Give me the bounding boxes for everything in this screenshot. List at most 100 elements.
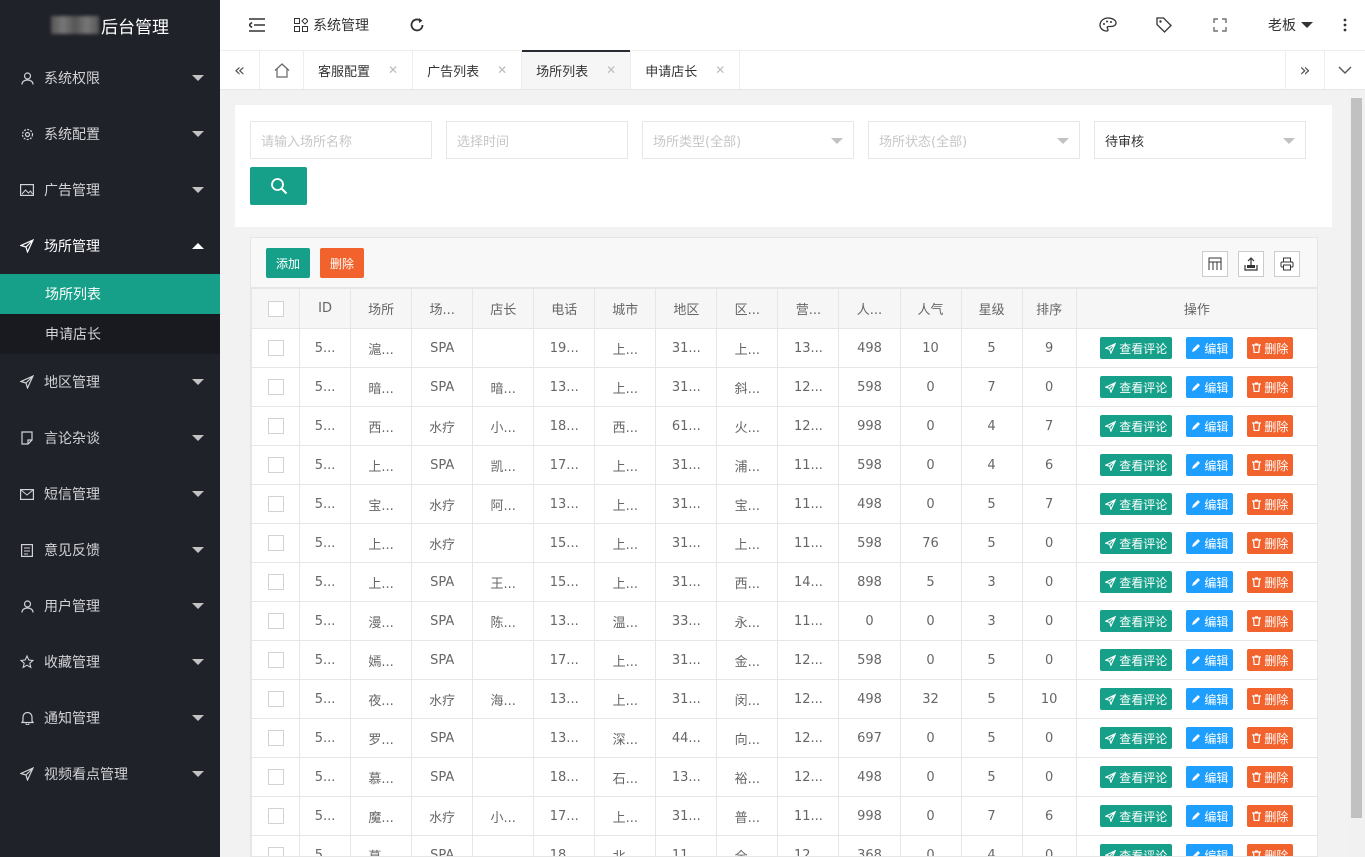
- view-comments-button[interactable]: 查看评论: [1100, 610, 1173, 632]
- view-comments-button[interactable]: 查看评论: [1100, 532, 1173, 554]
- edit-button[interactable]: 编辑: [1186, 376, 1234, 398]
- view-comments-button[interactable]: 查看评论: [1100, 493, 1173, 515]
- row-checkbox[interactable]: [267, 652, 284, 668]
- edit-button[interactable]: 编辑: [1186, 688, 1234, 710]
- edit-button[interactable]: 编辑: [1186, 493, 1234, 515]
- row-checkbox[interactable]: [267, 535, 284, 551]
- delete-row-button[interactable]: 删除: [1247, 532, 1294, 554]
- module-switch[interactable]: 系统管理: [294, 0, 387, 50]
- delete-row-button[interactable]: 删除: [1247, 376, 1294, 398]
- refresh-icon[interactable]: [387, 0, 447, 50]
- delete-row-button[interactable]: 删除: [1247, 805, 1294, 827]
- close-icon[interactable]: ✕: [388, 63, 398, 77]
- row-checkbox[interactable]: [267, 613, 284, 629]
- row-checkbox[interactable]: [267, 808, 284, 824]
- row-checkbox[interactable]: [267, 379, 284, 395]
- scrollbar-thumb[interactable]: [1351, 98, 1362, 818]
- edit-button[interactable]: 编辑: [1186, 727, 1234, 749]
- tabs-dropdown-icon[interactable]: [1325, 51, 1365, 89]
- row-checkbox[interactable]: [267, 847, 284, 856]
- close-icon[interactable]: ✕: [606, 63, 616, 77]
- delete-button[interactable]: 删除: [320, 248, 365, 278]
- sidebar-item-3[interactable]: 广告管理: [0, 162, 220, 218]
- palette-icon[interactable]: [1080, 0, 1136, 50]
- delete-row-button[interactable]: 删除: [1247, 688, 1294, 710]
- view-comments-button[interactable]: 查看评论: [1100, 844, 1173, 856]
- view-comments-button[interactable]: 查看评论: [1100, 571, 1173, 593]
- sidebar-item-7[interactable]: 短信管理: [0, 466, 220, 522]
- fullscreen-icon[interactable]: [1192, 0, 1248, 50]
- review-status-select[interactable]: 待审核: [1094, 121, 1306, 159]
- sidebar-item-12[interactable]: 视频看点管理: [0, 746, 220, 802]
- export-icon[interactable]: [1238, 251, 1264, 277]
- delete-row-button[interactable]: 删除: [1247, 454, 1294, 476]
- tab-3[interactable]: 场所列表 ✕: [522, 50, 632, 89]
- delete-row-button[interactable]: 删除: [1247, 493, 1294, 515]
- place-status-select[interactable]: 场所状态(全部): [868, 121, 1080, 159]
- close-icon[interactable]: ✕: [715, 63, 725, 77]
- edit-button[interactable]: 编辑: [1186, 649, 1234, 671]
- select-all-checkbox[interactable]: [267, 300, 284, 317]
- close-icon[interactable]: ✕: [497, 63, 507, 77]
- sidebar-item-8[interactable]: 意见反馈: [0, 522, 220, 578]
- edit-button[interactable]: 编辑: [1186, 766, 1234, 788]
- delete-row-button[interactable]: 删除: [1247, 766, 1294, 788]
- delete-row-button[interactable]: 删除: [1247, 415, 1294, 437]
- home-tab-icon[interactable]: [260, 51, 304, 89]
- place-type-select[interactable]: 场所类型(全部): [642, 121, 854, 159]
- tabs-scroll-left-icon[interactable]: «: [220, 51, 260, 89]
- view-comments-button[interactable]: 查看评论: [1100, 376, 1173, 398]
- sidebar-item-4[interactable]: 场所管理: [0, 218, 220, 274]
- view-comments-button[interactable]: 查看评论: [1100, 415, 1173, 437]
- delete-row-button[interactable]: 删除: [1247, 727, 1294, 749]
- delete-row-button[interactable]: 删除: [1247, 844, 1294, 856]
- add-button[interactable]: 添加: [266, 248, 311, 278]
- sidebar-item-5[interactable]: 地区管理: [0, 354, 220, 410]
- tab-1[interactable]: 客服配置 ✕: [304, 51, 414, 89]
- view-comments-button[interactable]: 查看评论: [1100, 454, 1173, 476]
- edit-button[interactable]: 编辑: [1186, 610, 1234, 632]
- sidebar-item-11[interactable]: 通知管理: [0, 690, 220, 746]
- edit-button[interactable]: 编辑: [1186, 454, 1234, 476]
- sidebar-item-1[interactable]: 系统权限: [0, 50, 220, 106]
- edit-button[interactable]: 编辑: [1186, 844, 1234, 856]
- row-checkbox[interactable]: [267, 691, 284, 707]
- columns-filter-icon[interactable]: [1202, 251, 1228, 277]
- edit-button[interactable]: 编辑: [1186, 337, 1234, 359]
- row-checkbox[interactable]: [267, 496, 284, 512]
- search-button[interactable]: [250, 167, 307, 205]
- sidebar-item-10[interactable]: 收藏管理: [0, 634, 220, 690]
- sidebar-item-9[interactable]: 用户管理: [0, 578, 220, 634]
- delete-row-button[interactable]: 删除: [1247, 610, 1294, 632]
- place-name-input[interactable]: 请输入场所名称: [250, 121, 432, 159]
- view-comments-button[interactable]: 查看评论: [1100, 805, 1173, 827]
- row-checkbox[interactable]: [267, 769, 284, 785]
- delete-row-button[interactable]: 删除: [1247, 649, 1294, 671]
- row-checkbox[interactable]: [267, 574, 284, 590]
- edit-button[interactable]: 编辑: [1186, 571, 1234, 593]
- user-menu[interactable]: 老板: [1248, 0, 1325, 50]
- edit-button[interactable]: 编辑: [1186, 805, 1234, 827]
- view-comments-button[interactable]: 查看评论: [1100, 337, 1173, 359]
- row-checkbox[interactable]: [267, 457, 284, 473]
- view-comments-button[interactable]: 查看评论: [1100, 766, 1173, 788]
- print-icon[interactable]: [1274, 251, 1300, 277]
- tag-icon[interactable]: [1136, 0, 1192, 50]
- tabs-scroll-right-icon[interactable]: »: [1285, 51, 1325, 89]
- view-comments-button[interactable]: 查看评论: [1100, 688, 1173, 710]
- delete-row-button[interactable]: 删除: [1247, 571, 1294, 593]
- row-checkbox[interactable]: [267, 730, 284, 746]
- view-comments-button[interactable]: 查看评论: [1100, 727, 1173, 749]
- row-checkbox[interactable]: [267, 418, 284, 434]
- sidebar-item-6[interactable]: 言论杂谈: [0, 410, 220, 466]
- edit-button[interactable]: 编辑: [1186, 415, 1234, 437]
- tab-2[interactable]: 广告列表 ✕: [413, 51, 523, 89]
- edit-button[interactable]: 编辑: [1186, 532, 1234, 554]
- time-picker-input[interactable]: 选择时间: [446, 121, 628, 159]
- view-comments-button[interactable]: 查看评论: [1100, 649, 1173, 671]
- sidebar-item-2[interactable]: 系统配置: [0, 106, 220, 162]
- row-checkbox[interactable]: [267, 340, 284, 356]
- menu-collapse-icon[interactable]: [220, 0, 294, 50]
- more-vertical-icon[interactable]: [1325, 0, 1365, 50]
- sidebar-subitem-1[interactable]: 场所列表: [0, 274, 220, 314]
